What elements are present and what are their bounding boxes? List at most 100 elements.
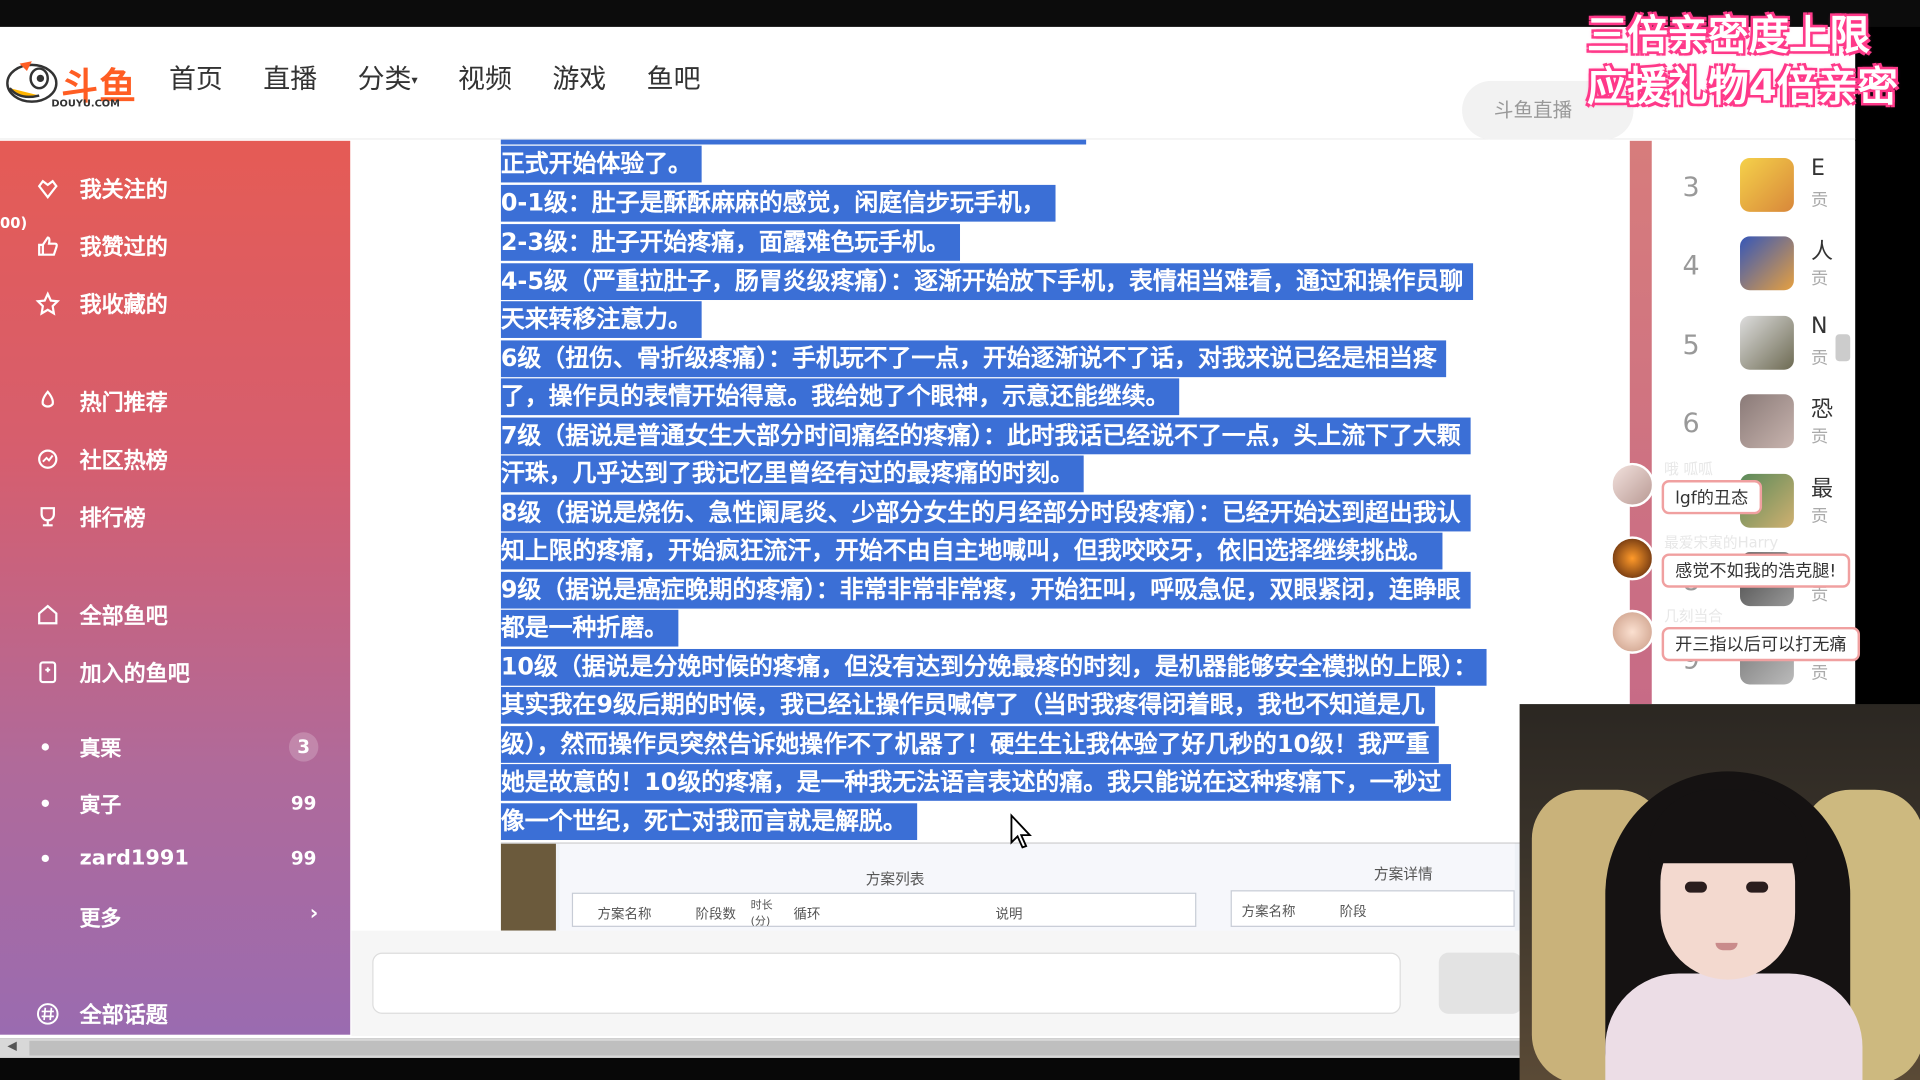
rank-sub: 贡: [1811, 506, 1829, 527]
heart-crown-icon: [34, 175, 61, 202]
rank-sub: 贡: [1811, 269, 1829, 289]
eye-shape: [1684, 881, 1707, 893]
rank-scrollbar[interactable]: [1835, 334, 1851, 362]
caret-down-icon: ▾: [411, 74, 418, 88]
nav-category[interactable]: 分类▾: [358, 58, 418, 97]
rank-row[interactable]: 5 N 贡: [1652, 304, 1855, 377]
avatar: [1740, 157, 1794, 212]
table-header-row: 方案名称 阶段数 时长(分) 循环 说明: [571, 892, 1197, 929]
image-dark-edge: [500, 843, 556, 931]
selected-text-line: 她是故意的！10级的疼痛，是一种我无法语言表述的痛。我只能说在这种疼痛下，一秒过: [500, 764, 1452, 801]
sidebar-item-label: 我关注的: [79, 177, 168, 204]
sidebar-group-item[interactable]: 真栗 3: [41, 731, 319, 762]
sidebar-item-community[interactable]: 社区热榜: [34, 443, 168, 475]
scheme-table: 方案列表 方案详情 方案名称 阶段数 时长(分) 循环 说明 方案名称 阶段: [559, 843, 1515, 931]
selected-text-line: 正式开始体验了。: [500, 145, 702, 183]
promo-overlay: 三倍亲密度上限 应援礼物4倍亲密: [1587, 10, 1913, 113]
selected-text-line: 知上限的疼痛，开始疯狂流汗，开始不由自主地喊叫，但我咬咬牙，依旧选择继续挑战。: [500, 532, 1442, 570]
chat-bubble: 开三指以后可以打无痛: [1661, 626, 1861, 662]
fish-logo-icon: [6, 61, 58, 103]
bullet-dot: [41, 742, 49, 751]
nav-home[interactable]: 首页: [169, 58, 223, 97]
sidebar-item-liked[interactable]: 我赞过的: [34, 230, 168, 262]
avatar: [1740, 236, 1794, 291]
bookmark-icon: [34, 659, 61, 686]
detail-header-row: 方案名称 阶段: [1230, 890, 1515, 927]
sidebar-item-label: 加入的鱼吧: [79, 661, 190, 687]
sidebar-item-joined-fishbar[interactable]: 加入的鱼吧: [34, 656, 190, 688]
sidebar-item-following[interactable]: 我关注的: [34, 173, 168, 205]
selected-text-line: 天来转移注意力。: [500, 301, 702, 338]
chat-bubble: lgf的丑态: [1661, 480, 1762, 515]
chevron-right-icon: ›: [309, 901, 319, 926]
nav-category-label: 分类: [357, 64, 412, 96]
mouse-cursor-icon: [1010, 813, 1032, 849]
group-count-badge: 99: [290, 791, 317, 814]
selected-text-line: 2-3级：肚子开始疼痛，面露难色玩手机。: [500, 224, 960, 261]
table-header-cell: 说明: [995, 906, 1023, 923]
chat-username: 哦 呱呱: [1664, 460, 1713, 478]
selected-text-line: 8级（据说是烧伤、急性阑尾炎、少部分女生的月经部分时段疼痛）：已经开始达到超出我…: [500, 494, 1471, 532]
thumbs-up-icon: [34, 233, 61, 260]
sidebar-group-item[interactable]: 寅子 99: [41, 787, 319, 818]
selected-text-line: 9级（据说是癌症晚期的疼痛）：非常非常非常疼，开始狂叫，呼吸急促，双眼紧闭，连睁…: [500, 571, 1471, 609]
selected-text-line: 4-5级（严重拉肚子，肠胃炎级疼痛）：逐渐开始放下手机，表情相当难看，通过和操作…: [500, 263, 1474, 301]
nav-video[interactable]: 视频: [458, 58, 512, 97]
selected-text-line: 级），然而操作员突然告诉她操作不了机器了！硬生生让我体验了好几秒的10级！我严重: [500, 726, 1440, 763]
nav-fishbar[interactable]: 鱼吧: [647, 58, 701, 97]
sidebar-item-label: 社区热榜: [79, 448, 168, 474]
group-label: 寅子: [79, 793, 122, 818]
streamer-webcam: [1519, 704, 1920, 1080]
promo-line: 三倍亲密度上限: [1586, 11, 1870, 59]
rank-row[interactable]: 3 E 贡: [1652, 146, 1855, 219]
chat-username: 最爱宋寅的Harry: [1664, 533, 1779, 552]
rank-name: N: [1811, 313, 1828, 340]
table-header-cell: 时长(分): [750, 900, 773, 929]
send-button[interactable]: [1438, 952, 1523, 1014]
rank-row[interactable]: 4 人 贡: [1652, 224, 1855, 297]
rank-sub: 贡: [1811, 663, 1829, 684]
nav-live[interactable]: 直播: [263, 58, 317, 97]
post-content[interactable]: 正式开始体验了。 0-1级：肚子是酥酥麻麻的感觉，闲庭信步玩手机， 2-3级：肚…: [500, 141, 1597, 843]
rank-sub: 贡: [1811, 191, 1829, 211]
avatar: [1740, 315, 1794, 370]
nav-games[interactable]: 游戏: [552, 58, 606, 97]
sidebar-item-favorites[interactable]: 我收藏的: [34, 288, 168, 320]
scroll-left-icon[interactable]: ◀: [7, 1040, 16, 1053]
group-count-badge: 99: [290, 847, 317, 870]
selected-text-line: 都是一种折磨。: [500, 609, 678, 647]
sidebar-group-item[interactable]: zard1991 99: [41, 844, 319, 873]
screen: 斗鱼 DOUYU.COM 首页 直播 分类▾ 视频 游戏 鱼吧 斗鱼直播 00)…: [0, 0, 1920, 1080]
avatar: [1740, 394, 1794, 449]
rank-name: 最: [1811, 476, 1834, 503]
rank-sub: 贡: [1811, 427, 1829, 447]
selected-text-line: 其实我在9级后期的时候，我已经让操作员喊停了（当时我疼得闭着眼，我也不知道是几: [500, 686, 1435, 724]
sidebar-item-all-fishbar[interactable]: 全部鱼吧: [34, 599, 168, 631]
flame-icon: [34, 388, 61, 415]
avatar: [1610, 536, 1655, 581]
sidebar-item-ranking[interactable]: 排行榜: [34, 501, 146, 533]
rank-number: 4: [1682, 251, 1700, 282]
sidebar-more-button[interactable]: 更多 ›: [80, 901, 319, 932]
selected-text-line: 10级（据说是分娩时候的疼痛，但没有达到分娩最疼的时刻，是机器能够安全模拟的上限…: [500, 648, 1488, 686]
sidebar-item-all-topics[interactable]: 全部话题: [34, 998, 168, 1030]
site-header: 斗鱼 DOUYU.COM 首页 直播 分类▾ 视频 游戏 鱼吧 斗鱼直播: [0, 26, 1856, 140]
rank-number: 6: [1682, 408, 1700, 440]
table-header-cell: 方案名称: [597, 906, 652, 923]
douyu-logo[interactable]: 斗鱼 DOUYU.COM: [2, 51, 137, 112]
rank-sub: 贡: [1811, 348, 1829, 369]
detail-title: 方案详情: [1373, 865, 1433, 883]
table-header-cell: 阶段: [1339, 903, 1367, 920]
scroll-thumb[interactable]: [29, 1040, 1524, 1056]
home-icon: [34, 601, 61, 628]
rank-row[interactable]: 6 恐 贡: [1652, 382, 1855, 455]
sidebar-item-hot[interactable]: 热门推荐: [34, 386, 168, 418]
avatar: [1610, 609, 1655, 654]
group-label: 真栗: [79, 737, 122, 762]
comment-input[interactable]: [372, 952, 1401, 1014]
hashtag-icon: [34, 1000, 61, 1027]
sidebar-item-label: 排行榜: [79, 505, 146, 532]
eye-shape: [1746, 881, 1769, 893]
sidebar-item-label: 热门推荐: [79, 390, 168, 417]
sidebar-item-label: 全部话题: [79, 1002, 168, 1029]
